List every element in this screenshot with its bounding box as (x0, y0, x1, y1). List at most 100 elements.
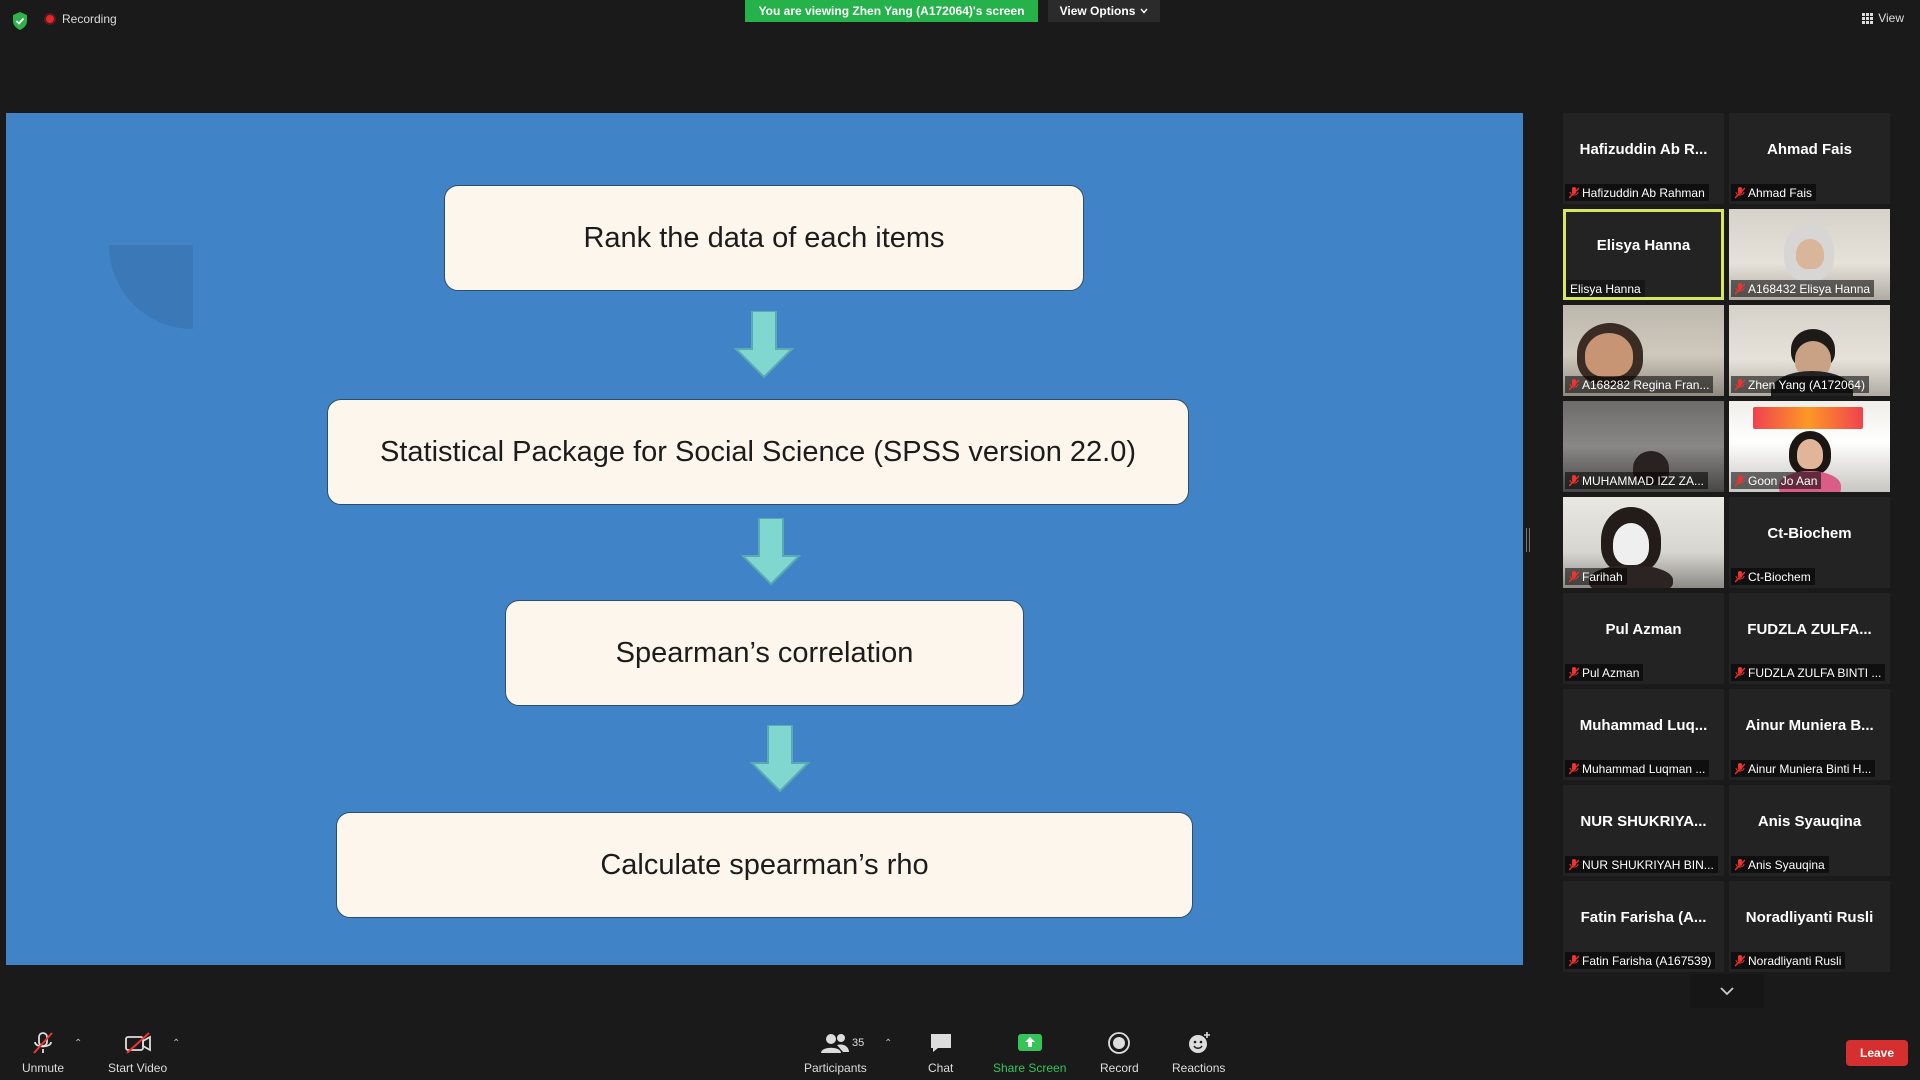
muted-mic-icon (1735, 282, 1745, 294)
unmute-button[interactable]: Unmute (22, 1031, 64, 1075)
participant-label: Goon Jo Aan (1731, 472, 1822, 489)
muted-mic-icon (1569, 570, 1579, 582)
participant-tile[interactable]: Muhammad Luq... Muhammad Luqman ... (1563, 689, 1724, 780)
participant-name: Ct-Biochem (1767, 525, 1852, 542)
participant-tile[interactable]: Farihah (1563, 497, 1724, 588)
muted-mic-icon (1569, 954, 1579, 966)
muted-mic-icon (33, 1032, 53, 1054)
person-face (1796, 239, 1824, 269)
participant-name: Muhammad Luq... (1579, 717, 1708, 734)
muted-mic-icon (1569, 666, 1579, 678)
participant-label: Ct-Biochem (1731, 568, 1815, 585)
participants-label: Participants (804, 1061, 867, 1075)
record-button[interactable]: Record (1100, 1031, 1139, 1075)
participant-tile[interactable]: NUR SHUKRIYA... NUR SHUKRIYAH BIN... (1563, 785, 1724, 876)
shared-screen-slide: Rank the data of each items Statistical … (6, 113, 1523, 965)
participant-label: Noradliyanti Rusli (1731, 952, 1846, 969)
muted-mic-icon (1569, 858, 1579, 870)
participant-tile[interactable]: Ainur Muniera B... Ainur Muniera Binti H… (1729, 689, 1890, 780)
participant-name: NUR SHUKRIYA... (1580, 813, 1707, 830)
gallery-scroll-down-button[interactable] (1690, 974, 1764, 1008)
participant-tile[interactable]: Zhen Yang (A172064) (1729, 305, 1890, 396)
video-options-caret-icon[interactable]: ⌃ (172, 1038, 180, 1049)
participant-tile-active-speaker[interactable]: Elisya Hanna Elisya Hanna (1563, 209, 1724, 300)
virtual-background-banner (1753, 407, 1863, 429)
muted-mic-icon (1735, 762, 1745, 774)
participant-name: Ahmad Fais (1766, 141, 1853, 158)
participant-label: MUHAMMAD IZZ ZA... (1565, 472, 1708, 489)
meeting-toolbar: Unmute ⌃ Start Video ⌃ Participants 35 ⌃ (0, 1010, 1920, 1080)
participant-label: Farihah (1565, 568, 1627, 585)
participant-label: Muhammad Luqman ... (1565, 760, 1710, 777)
participant-label: FUDZLA ZULFA BINTI ... (1731, 664, 1886, 681)
participant-label: Zhen Yang (A172064) (1731, 376, 1869, 393)
muted-mic-icon (1735, 666, 1745, 678)
record-label: Record (1100, 1061, 1139, 1075)
participant-label: Ainur Muniera Binti H... (1731, 760, 1876, 777)
participant-tile[interactable]: Fatin Farisha (A... Fatin Farisha (A1675… (1563, 881, 1724, 972)
muted-mic-icon (1735, 378, 1745, 390)
participant-label: A168432 Elisya Hanna (1731, 280, 1875, 297)
start-video-label: Start Video (108, 1061, 168, 1075)
participant-tile[interactable]: Hafizuddin Ab R... Hafizuddin Ab Rahman (1563, 113, 1724, 204)
unmute-label: Unmute (22, 1061, 65, 1075)
participant-tile[interactable]: Pul Azman Pul Azman (1563, 593, 1724, 684)
view-options-button[interactable]: View Options (1048, 0, 1160, 22)
participant-tile[interactable]: Goon Jo Aan (1729, 401, 1890, 492)
security-shield-icon[interactable] (12, 12, 28, 30)
splitter-handle[interactable] (1526, 528, 1530, 552)
view-label: View (1878, 11, 1904, 25)
muted-mic-icon (1735, 186, 1745, 198)
participant-label: Fatin Farisha (A167539) (1565, 952, 1716, 969)
chevron-down-icon (1720, 987, 1734, 996)
audio-options-caret-icon[interactable]: ⌃ (74, 1038, 82, 1049)
flow-step-4: Calculate spearman’s rho (336, 812, 1193, 918)
share-screen-button[interactable]: Share Screen (993, 1031, 1066, 1075)
chat-button[interactable]: Chat (928, 1031, 953, 1075)
participant-tile[interactable]: A168282 Regina Fran... (1563, 305, 1724, 396)
recording-label: Recording (62, 12, 117, 26)
muted-mic-icon (1569, 762, 1579, 774)
view-options-label: View Options (1059, 4, 1136, 18)
participant-label: Anis Syauqina (1731, 856, 1829, 873)
participant-tile[interactable]: FUDZLA ZULFA... FUDZLA ZULFA BINTI ... (1729, 593, 1890, 684)
video-off-icon (124, 1032, 151, 1054)
muted-mic-icon (1735, 858, 1745, 870)
participant-label: A168282 Regina Fran... (1565, 376, 1714, 393)
participants-icon (821, 1034, 850, 1053)
participant-label: Pul Azman (1565, 664, 1644, 681)
flow-step-3: Spearman’s correlation (505, 600, 1024, 706)
start-video-button[interactable]: Start Video (108, 1031, 167, 1075)
viewing-screen-banner: You are viewing Zhen Yang (A172064)'s sc… (745, 0, 1038, 22)
chat-icon (930, 1034, 951, 1052)
grid-icon (1862, 12, 1874, 24)
participant-tile[interactable]: MUHAMMAD IZZ ZA... (1563, 401, 1724, 492)
share-screen-label: Share Screen (993, 1061, 1067, 1075)
participant-label: Hafizuddin Ab Rahman (1565, 184, 1709, 201)
down-arrow-icon (734, 311, 794, 379)
muted-mic-icon (1735, 954, 1745, 966)
participant-tile[interactable]: Anis Syauqina Anis Syauqina (1729, 785, 1890, 876)
participant-name: Pul Azman (1605, 621, 1682, 638)
muted-mic-icon (1735, 570, 1745, 582)
participant-tile[interactable]: Ahmad Fais Ahmad Fais (1729, 113, 1890, 204)
chevron-down-icon (1140, 8, 1148, 14)
participant-tile[interactable]: Noradliyanti Rusli Noradliyanti Rusli (1729, 881, 1890, 972)
participant-label: Ahmad Fais (1731, 184, 1817, 201)
view-layout-button[interactable]: View (1862, 11, 1904, 25)
participants-options-caret-icon[interactable]: ⌃ (884, 1038, 892, 1049)
person-face (1797, 439, 1823, 469)
muted-mic-icon (1569, 186, 1579, 198)
participant-name: Ainur Muniera B... (1745, 717, 1874, 734)
participant-label: NUR SHUKRIYAH BIN... (1565, 856, 1718, 873)
participant-name: Anis Syauqina (1757, 813, 1862, 830)
participant-tile[interactable]: A168432 Elisya Hanna (1729, 209, 1890, 300)
leave-button[interactable]: Leave (1846, 1040, 1908, 1066)
participant-tile[interactable]: Ct-Biochem Ct-Biochem (1729, 497, 1890, 588)
reactions-button[interactable]: Reactions (1172, 1031, 1225, 1075)
zoom-meeting-window: Recording You are viewing Zhen Yang (A17… (0, 0, 1920, 1080)
share-screen-icon (1017, 1034, 1042, 1051)
participant-label: Elisya Hanna (1566, 280, 1645, 297)
participant-name: Fatin Farisha (A... (1580, 909, 1707, 926)
recording-indicator[interactable]: Recording (44, 12, 117, 26)
